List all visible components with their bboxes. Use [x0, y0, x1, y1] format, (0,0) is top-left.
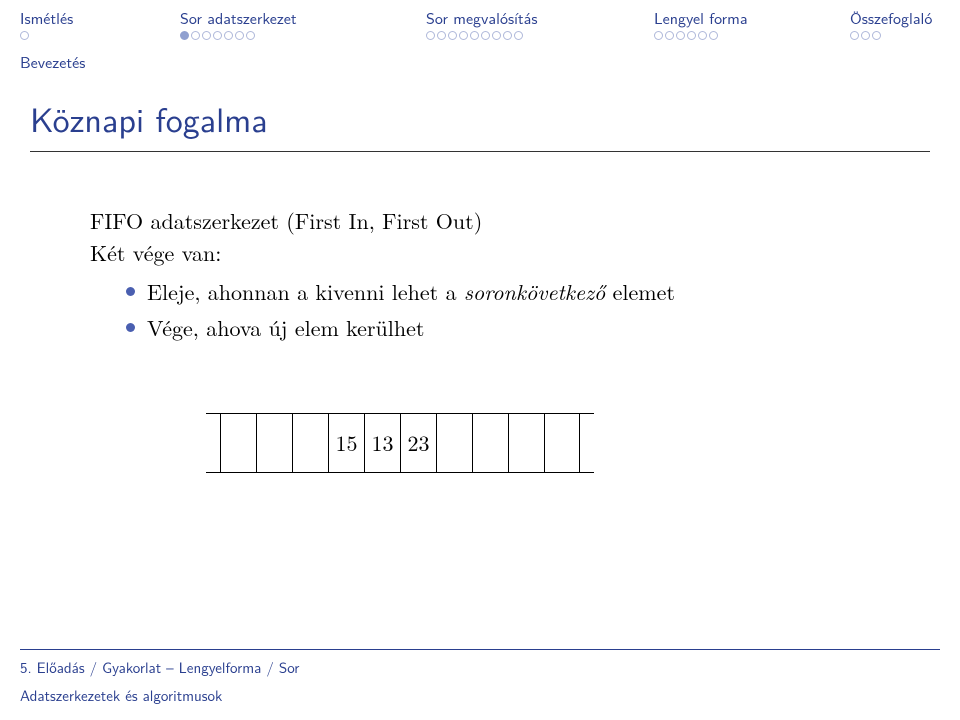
nav-progress [0, 31, 960, 40]
progress-group [654, 31, 850, 40]
progress-group [850, 31, 881, 40]
slide-footer: 5. Előadás / Gyakorlat – Lengyelforma / … [0, 639, 960, 720]
slide-body: FIFO adatszerkezet (First In, First Out)… [0, 162, 960, 473]
queue-bottom-line [206, 472, 594, 473]
body-line-ketvege: Két vége van: [90, 238, 870, 268]
progress-dot[interactable] [665, 31, 674, 40]
progress-dot[interactable] [224, 31, 233, 40]
title-separator [30, 151, 930, 152]
nav-item-lengyel-forma[interactable]: Lengyel forma [654, 6, 850, 29]
bullet-text: Vége, ahova új elem kerülhet [147, 313, 424, 343]
progress-dot[interactable] [503, 31, 512, 40]
body-line-fifo: FIFO adatszerkezet (First In, First Out) [90, 206, 870, 236]
nav-sections: Ismétlés Sor adatszerkezet Sor megvalósí… [0, 0, 960, 31]
queue-cell: 15 [328, 413, 364, 473]
progress-dot[interactable] [191, 31, 200, 40]
progress-dot[interactable] [861, 31, 870, 40]
progress-dot[interactable] [437, 31, 446, 40]
nav-item-sor-adatszerkezet[interactable]: Sor adatszerkezet [180, 6, 426, 29]
progress-dot[interactable] [246, 31, 255, 40]
progress-group [20, 31, 180, 40]
queue-cells: 151323 [220, 413, 580, 473]
progress-dot[interactable] [492, 31, 501, 40]
progress-group [426, 31, 654, 40]
bullet-text: Eleje, ahonnan a kivenni lehet a soronkö… [147, 277, 675, 307]
queue-cell [256, 413, 292, 473]
nav-item-sor-megvalositas[interactable]: Sor megvalósítás [426, 6, 654, 29]
queue-cell: 23 [400, 413, 436, 473]
progress-dot[interactable] [687, 31, 696, 40]
progress-dot[interactable] [698, 31, 707, 40]
bullet-item: Eleje, ahonnan a kivenni lehet a soronkö… [126, 277, 870, 307]
progress-group [180, 31, 426, 40]
progress-dot[interactable] [202, 31, 211, 40]
title-block: Köznapi fogalma [0, 81, 960, 162]
queue-top-line [206, 413, 594, 414]
progress-dot[interactable] [459, 31, 468, 40]
slide-title: Köznapi fogalma [30, 93, 930, 143]
progress-dot[interactable] [481, 31, 490, 40]
queue-cell [220, 413, 256, 473]
progress-dot[interactable] [426, 31, 435, 40]
progress-dot[interactable] [213, 31, 222, 40]
progress-dot[interactable] [448, 31, 457, 40]
progress-dot[interactable] [470, 31, 479, 40]
progress-dot[interactable] [676, 31, 685, 40]
progress-dot[interactable] [850, 31, 859, 40]
bullet-icon [126, 287, 135, 296]
bullet-item: Vége, ahova új elem kerülhet [126, 313, 870, 343]
footer-line-course: Adatszerkezetek és algoritmusok [20, 684, 940, 706]
progress-dot[interactable] [20, 31, 29, 40]
footer-line-lecture: 5. Előadás / Gyakorlat – Lengyelforma / … [20, 656, 940, 678]
nav-item-ismetles[interactable]: Ismétlés [20, 6, 180, 29]
queue-diagram: 151323 [220, 413, 580, 473]
progress-dot[interactable] [235, 31, 244, 40]
queue-cell [436, 413, 472, 473]
progress-dot[interactable] [872, 31, 881, 40]
progress-dot[interactable] [180, 31, 189, 40]
progress-dot[interactable] [514, 31, 523, 40]
nav-item-osszefoglalo[interactable]: Összefoglaló [850, 6, 932, 29]
bullet-list: Eleje, ahonnan a kivenni lehet a soronkö… [90, 277, 870, 342]
footer-separator [20, 649, 940, 650]
bullet-icon [126, 323, 135, 332]
queue-cell: 13 [364, 413, 400, 473]
queue-cell [544, 413, 580, 473]
progress-dot[interactable] [654, 31, 663, 40]
queue-cell [472, 413, 508, 473]
queue-cell [508, 413, 544, 473]
subsection-label: Bevezetés [0, 40, 960, 81]
queue-cell [292, 413, 328, 473]
progress-dot[interactable] [709, 31, 718, 40]
